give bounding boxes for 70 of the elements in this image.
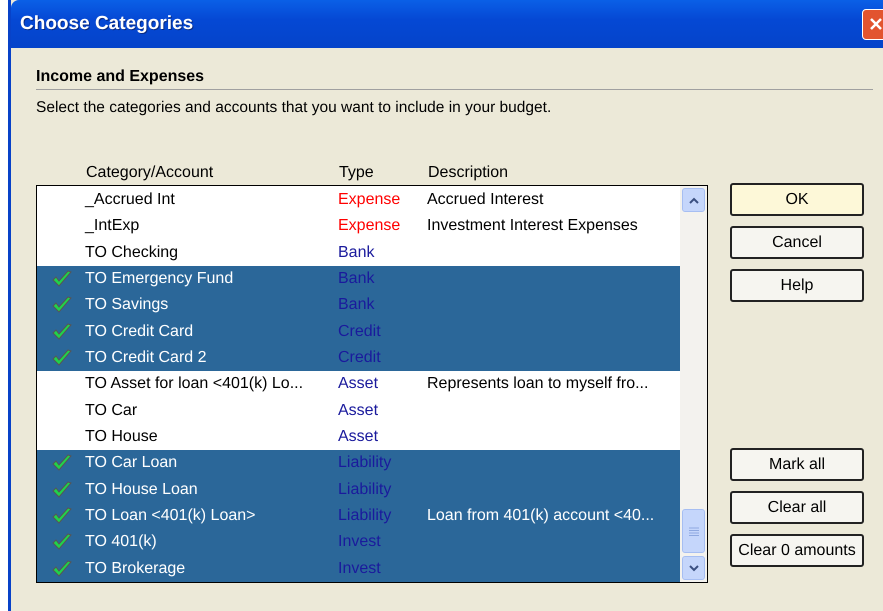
description-text: Accrued Interest	[427, 191, 544, 210]
list-row[interactable]: TO Car Loan Liability	[37, 450, 680, 477]
dialog-button[interactable]: Cancel	[730, 226, 864, 259]
grip-icon	[688, 526, 698, 536]
checkmark-icon	[51, 480, 73, 500]
account-type: Asset	[338, 402, 380, 420]
dialog-button[interactable]: Help	[730, 269, 864, 302]
checkmark-icon	[51, 532, 73, 552]
account-type: Asset	[338, 375, 380, 394]
list-row[interactable]: TO Emergency Fund Bank	[37, 266, 680, 292]
category-name: TO Checking	[85, 244, 180, 262]
dialog-button[interactable]: Clear 0 amounts	[730, 534, 864, 567]
checkmark-icon	[51, 453, 73, 474]
list-row[interactable]: TO Credit Card 2 Credit	[37, 344, 680, 372]
checkmark-icon	[51, 348, 73, 368]
account-type: Liability	[338, 454, 392, 472]
scroll-up-button[interactable]	[682, 188, 705, 212]
description-text: Investment Interest Expenses	[427, 217, 639, 236]
account-type: Credit	[338, 322, 382, 341]
checkmark-icon	[51, 558, 73, 579]
account-type: Liability	[338, 480, 392, 499]
category-name: TO Car Loan	[85, 454, 178, 472]
account-type: Bank	[338, 296, 376, 314]
category-name: TO House Loan	[85, 480, 199, 499]
checkmark-icon	[51, 295, 73, 316]
category-name: TO Savings	[85, 296, 170, 314]
column-header: Type	[339, 164, 375, 182]
category-name: _Accrued Int	[85, 191, 176, 210]
account-type: Invest	[338, 560, 382, 578]
instructions-text: Select the categories and accounts that you want to include in your budget.	[36, 99, 552, 117]
category-name: TO Car	[85, 402, 138, 420]
scrollbar[interactable]	[680, 186, 707, 582]
close-icon	[869, 17, 883, 31]
column-header: Category/Account	[86, 164, 214, 182]
checkmark-icon	[51, 322, 73, 342]
category-name: TO Asset for loan <401(k) Lo...	[85, 375, 304, 394]
category-name: TO Credit Card	[85, 322, 194, 341]
list-row[interactable]: TO Savings Bank	[37, 292, 680, 319]
list-row[interactable]: TO House Loan Liability	[37, 476, 680, 503]
category-name: TO House	[85, 428, 159, 446]
description-text: Represents loan to myself fro...	[427, 375, 650, 394]
description-text: Loan from 401(k) account <40...	[427, 507, 656, 526]
category-name: TO Credit Card 2	[85, 349, 208, 368]
category-name: TO Loan <401(k) Loan>	[85, 507, 256, 526]
category-name: _IntExp	[85, 217, 140, 236]
account-type: Bank	[338, 244, 376, 262]
list-row[interactable]: TO Credit Card Credit	[37, 318, 680, 345]
category-name: TO Brokerage	[85, 560, 186, 578]
account-type: Credit	[338, 349, 382, 368]
window-title: Choose Categories	[19, 13, 194, 35]
account-type: Liability	[338, 507, 392, 526]
account-type: Expense	[338, 191, 402, 210]
column-header: Description	[428, 164, 510, 182]
list-row[interactable]: TO Loan <401(k) Loan> Liability Loan from 401(k) account <40...	[37, 502, 680, 530]
category-name: TO Emergency Fund	[85, 270, 234, 288]
account-type: Invest	[338, 533, 382, 552]
dialog-button[interactable]: Mark all	[730, 448, 864, 481]
checkmark-icon	[51, 506, 73, 526]
scroll-down-button[interactable]	[682, 556, 705, 580]
dialog-button[interactable]: OK	[730, 183, 864, 216]
account-type: Bank	[338, 270, 376, 288]
account-type: Expense	[338, 217, 402, 236]
account-type: Asset	[338, 428, 380, 446]
checkmark-icon	[51, 269, 73, 290]
category-name: TO 401(k)	[85, 533, 158, 552]
dialog-button[interactable]: Clear all	[730, 491, 864, 524]
list-row[interactable]: TO Brokerage Invest	[37, 556, 680, 582]
scroll-thumb[interactable]	[682, 509, 705, 553]
section-heading: Income and Expenses	[36, 68, 873, 90]
list-row[interactable]: TO 401(k) Invest	[37, 529, 680, 556]
